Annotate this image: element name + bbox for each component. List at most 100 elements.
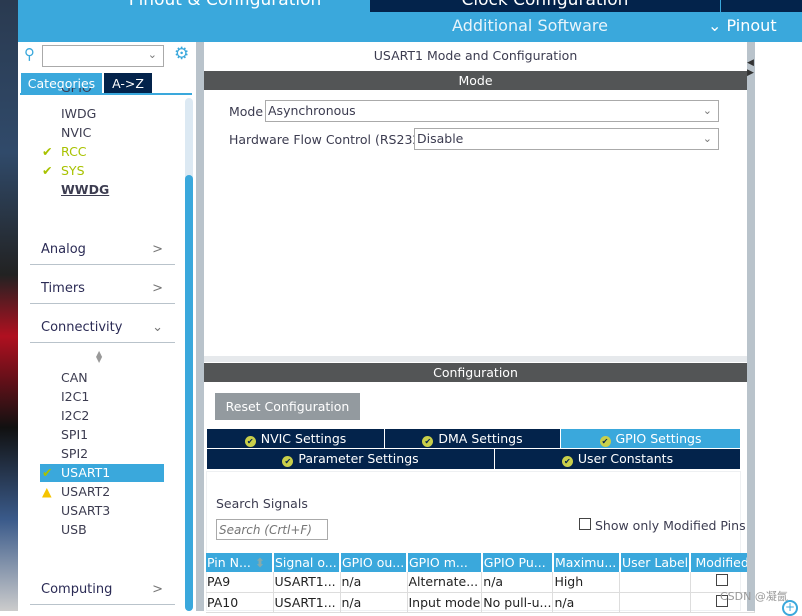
tab-project-manager[interactable]: [721, 0, 802, 12]
list-item-usb[interactable]: USB: [61, 522, 87, 537]
tab-dma-settings[interactable]: ✔ DMA Settings: [385, 429, 561, 448]
splitter[interactable]: [204, 356, 747, 362]
desktop-background: [0, 0, 18, 611]
chevron-down-icon: ⌄: [152, 320, 163, 335]
col-gpio-output[interactable]: GPIO ou...: [340, 553, 408, 572]
group-timers[interactable]: Timers >: [30, 278, 175, 304]
list-item-can[interactable]: CAN: [61, 370, 88, 385]
check-circle-icon: ✔: [599, 436, 611, 447]
modified-checkbox[interactable]: [716, 574, 729, 587]
col-pin[interactable]: Pin N... ⬍: [206, 553, 274, 572]
cell: n/a: [481, 572, 554, 593]
check-circle-icon: ✔: [422, 436, 434, 447]
list-item-nvic[interactable]: NVIC: [61, 125, 91, 140]
checkbox[interactable]: [579, 518, 591, 530]
zoom-in-icon[interactable]: +: [782, 600, 798, 616]
list-item-gpio[interactable]: GPIO: [61, 88, 92, 96]
chevron-down-icon: ⌄: [702, 132, 712, 145]
mode-header: Mode: [204, 71, 747, 90]
flow-control-value: Disable: [417, 131, 464, 146]
group-label: Timers: [41, 281, 85, 296]
watermark: CSDN @凝氤: [720, 590, 788, 603]
cell: [619, 592, 691, 613]
reset-configuration-button[interactable]: Reset Configuration: [215, 393, 360, 420]
pinout-label: Pinout: [726, 16, 777, 35]
tab-user-constants[interactable]: ✔ User Constants: [495, 449, 741, 469]
group-label: Analog: [41, 242, 86, 257]
show-modified-label: Show only Modified Pins: [594, 518, 746, 533]
table-row[interactable]: PA9 USART1... n/a Alternate... n/a High: [206, 572, 755, 593]
tab-nvic-settings[interactable]: ✔ NVIC Settings: [207, 429, 385, 448]
flow-control-label: Hardware Flow Control (RS232): [229, 132, 426, 147]
mode-label: Mode: [229, 104, 264, 119]
cell: USART1...: [273, 572, 341, 593]
show-modified-checkbox[interactable]: Show only Modified Pins: [579, 518, 746, 533]
tab-parameter-settings[interactable]: ✔ Parameter Settings: [207, 449, 495, 469]
list-item-usart2[interactable]: USART2: [61, 484, 110, 499]
cell: PA10: [206, 592, 274, 613]
configuration-header: Configuration: [204, 363, 747, 382]
cell: Alternate...: [407, 572, 483, 593]
group-analog[interactable]: Analog >: [30, 239, 175, 265]
group-connectivity[interactable]: Connectivity ⌄: [30, 317, 175, 343]
list-item-spi2[interactable]: SPI2: [61, 446, 88, 461]
sort-icon[interactable]: ▲ ▼: [96, 350, 102, 364]
cell: High: [552, 572, 621, 593]
col-modified[interactable]: Modified: [690, 553, 756, 572]
check-icon: ✔: [42, 163, 53, 178]
scrollbar-thumb[interactable]: [185, 175, 193, 611]
list-item-spi1[interactable]: SPI1: [61, 427, 88, 442]
mode-value: Asynchronous: [268, 103, 356, 118]
gear-icon[interactable]: ⚙: [174, 44, 189, 64]
group-computing[interactable]: Computing >: [30, 579, 175, 605]
mode-select[interactable]: Asynchronous ⌄: [265, 100, 719, 122]
panel-divider[interactable]: [196, 42, 204, 611]
chevron-down-icon: ⌄: [708, 16, 727, 35]
list-item-iwdg[interactable]: IWDG: [61, 106, 96, 121]
list-item-wwdg[interactable]: WWDG: [61, 182, 109, 197]
list-item-rcc[interactable]: RCC: [61, 144, 87, 159]
chevron-right-icon: >: [152, 242, 163, 257]
col-user-label[interactable]: User Label: [619, 553, 692, 572]
list-item-usart1[interactable]: USART1: [61, 465, 110, 480]
cell: n/a: [340, 592, 408, 613]
list-item-sys[interactable]: SYS: [61, 163, 85, 178]
tab-gpio-settings[interactable]: ✔ GPIO Settings: [561, 429, 741, 448]
sort-icon[interactable]: ⬍: [255, 555, 265, 570]
col-signal[interactable]: Signal o...: [273, 553, 341, 572]
chevron-down-icon: ⌄: [147, 48, 157, 61]
col-max-speed[interactable]: Maximu...: [552, 553, 621, 572]
chevron-right-icon: >: [152, 281, 163, 296]
search-input[interactable]: ⌄: [42, 45, 164, 67]
pinout-menu[interactable]: ⌄ Pinout: [708, 16, 777, 35]
tab-clock-configuration[interactable]: Clock Configuration: [370, 0, 720, 12]
cell: USART1...: [273, 592, 341, 613]
check-circle-icon: ✔: [561, 456, 573, 467]
additional-software-button[interactable]: Additional Software: [420, 16, 640, 35]
search-signals-input[interactable]: [216, 519, 328, 540]
cell: Input mode: [407, 592, 483, 613]
flow-control-select[interactable]: Disable ⌄: [414, 128, 719, 150]
chevron-right-icon: >: [152, 582, 163, 597]
col-gpio-pull[interactable]: GPIO Pu...: [481, 553, 554, 572]
list-item-i2c1[interactable]: I2C1: [61, 389, 89, 404]
list-item-i2c2[interactable]: I2C2: [61, 408, 89, 423]
cell: [619, 572, 691, 593]
cell: No pull-u...: [481, 592, 554, 613]
cell: n/a: [340, 572, 408, 593]
collapse-handle[interactable]: ◀ ▶: [747, 42, 755, 611]
tab-label: GPIO Settings: [615, 431, 702, 446]
tab-label: Parameter Settings: [298, 451, 419, 466]
check-circle-icon: ✔: [282, 456, 294, 467]
list-item-usart3[interactable]: USART3: [61, 503, 110, 518]
tab-a-z[interactable]: A->Z: [104, 73, 152, 94]
table-row[interactable]: PA10 USART1... n/a Input mode No pull-u... n/…: [206, 592, 755, 613]
tab-label: NVIC Settings: [260, 431, 347, 446]
check-icon: ✔: [42, 144, 53, 159]
search-icon: ⚲: [24, 45, 35, 63]
col-gpio-mode[interactable]: GPIO m...: [407, 553, 483, 572]
warning-icon: ▲: [42, 484, 52, 499]
tab-pinout-configuration[interactable]: Pinout & Configuration: [100, 0, 350, 12]
cell: n/a: [552, 592, 621, 613]
table-header: Pin N... ⬍ Signal o... GPIO ou... GPIO m…: [206, 553, 756, 572]
